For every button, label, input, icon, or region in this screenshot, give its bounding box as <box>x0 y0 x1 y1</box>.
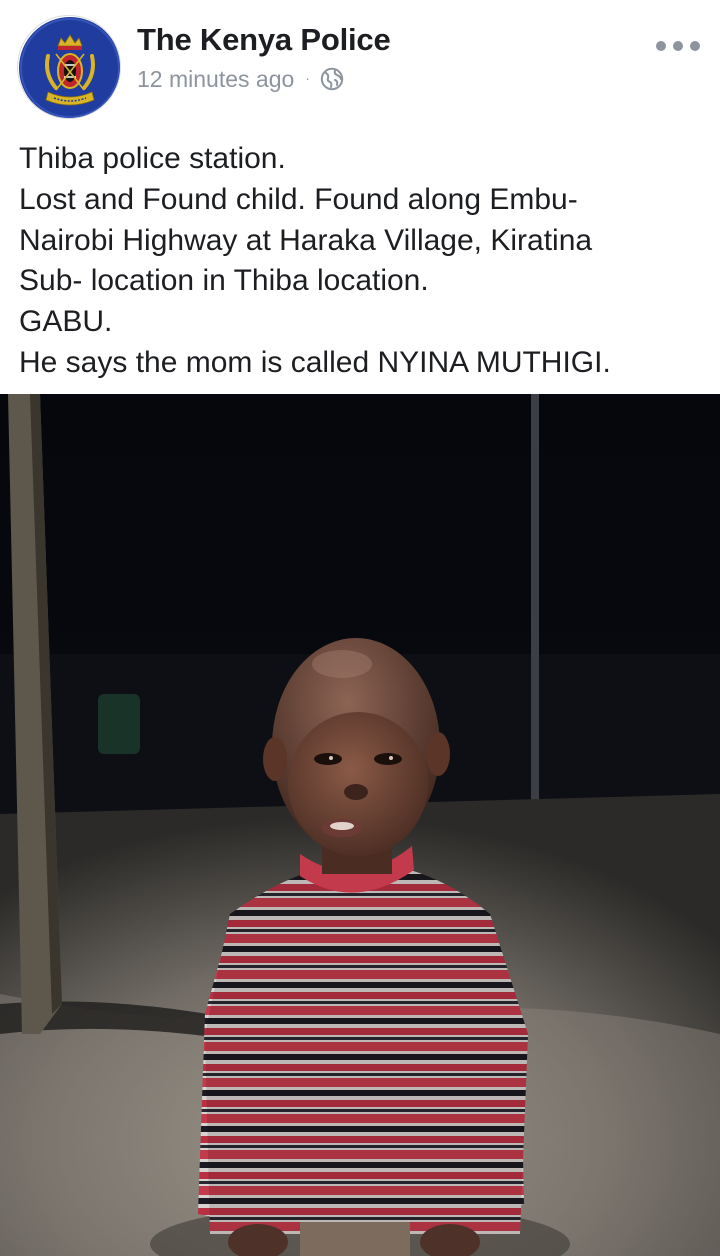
post-text-line: Thiba police station. <box>19 142 286 175</box>
kenya-police-logo <box>19 17 120 118</box>
post-photo[interactable] <box>0 394 720 1256</box>
more-horizontal-icon <box>673 41 683 51</box>
post-text-line: Lost and Found child. Found along Embu- <box>19 182 578 216</box>
page-name-link[interactable]: The Kenya Police <box>137 22 391 58</box>
more-options-button[interactable] <box>656 34 700 58</box>
more-horizontal-icon <box>690 41 700 51</box>
child-photo-illustration <box>0 394 720 1256</box>
post-header: The Kenya Police 12 minutes ago · <box>0 0 720 130</box>
post-text-line: He says the mom is called NYINA MUTHIGI. <box>19 345 611 379</box>
post-meta: 12 minutes ago · <box>137 64 344 94</box>
meta-separator: · <box>305 70 310 86</box>
page-avatar[interactable] <box>17 15 121 119</box>
post-text: Thiba police station. Lost and Found chi… <box>19 139 709 384</box>
post-text-line: Sub- location in Thiba location. <box>19 264 429 298</box>
post-text-line: Nairobi Highway at Haraka Village, Kirat… <box>19 223 593 257</box>
globe-icon <box>320 67 344 91</box>
post-text-line: GABU. <box>19 305 113 339</box>
more-horizontal-icon <box>656 41 666 51</box>
post-timestamp[interactable]: 12 minutes ago <box>137 66 294 93</box>
